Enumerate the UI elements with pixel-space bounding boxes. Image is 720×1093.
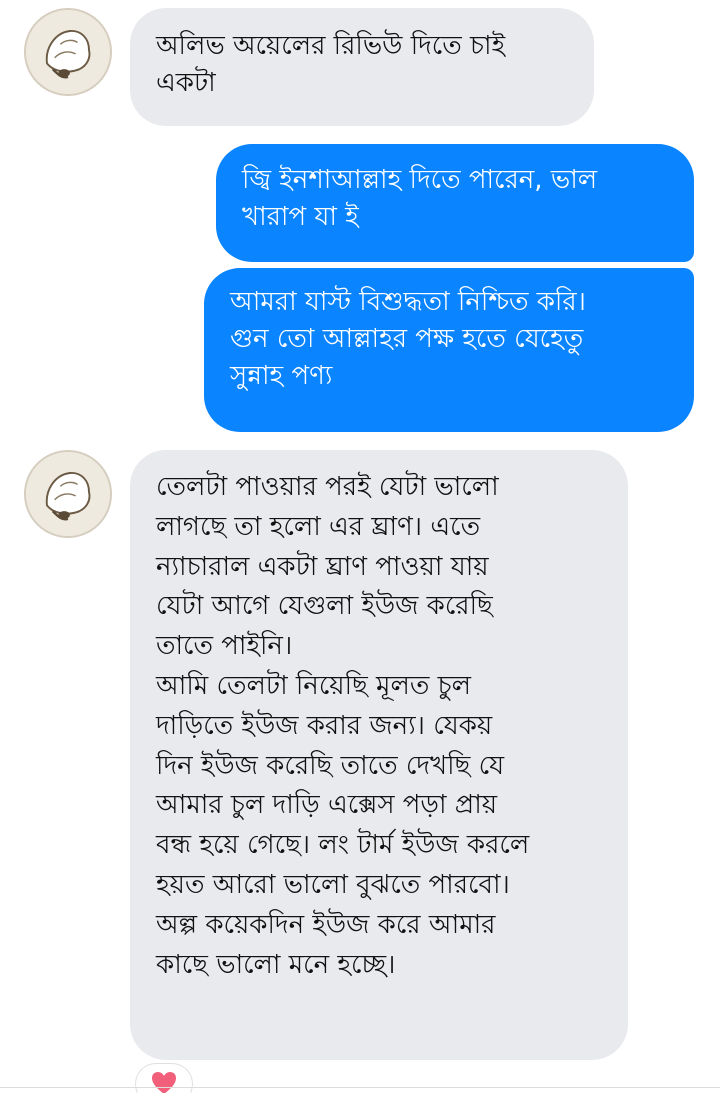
incoming-message[interactable]: তেলটা পাওয়ার পরই যেটা ভালো লাগছে তা হলো… <box>130 450 628 1060</box>
outgoing-message[interactable]: জ্বি ইনশাআল্লাহ দিতে পারেন, ভাল খারাপ যা… <box>216 144 694 262</box>
avatar-image <box>26 452 110 536</box>
incoming-message[interactable]: অলিভ অয়েলের রিভিউ দিতে চাই একটা <box>130 8 594 126</box>
chat-thread: অলিভ অয়েলের রিভিউ দিতে চাই একটা জ্বি ইন… <box>0 0 720 1093</box>
message-reaction[interactable] <box>136 1064 192 1093</box>
avatar-image <box>26 10 110 94</box>
contact-avatar[interactable] <box>24 8 112 96</box>
divider <box>0 1087 720 1088</box>
heart-icon <box>152 1072 176 1093</box>
contact-avatar[interactable] <box>24 450 112 538</box>
outgoing-message[interactable]: আমরা যাস্ট বিশুদ্ধতা নিশ্চিত করি। গুন তো… <box>204 268 694 432</box>
